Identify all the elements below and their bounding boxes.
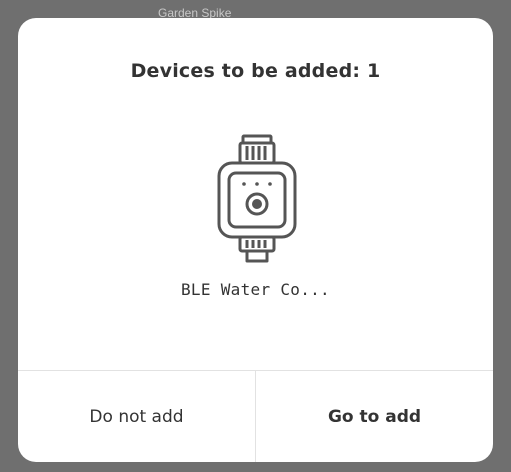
go-to-add-button[interactable]: Go to add — [256, 371, 493, 462]
do-not-add-button[interactable]: Do not add — [18, 371, 255, 462]
dialog-title: Devices to be added: 1 — [130, 60, 381, 82]
water-controller-icon — [217, 134, 297, 263]
device-name: BLE Water Co... — [181, 280, 330, 299]
add-devices-dialog: Devices to be added: 1 BLE Water Co... D… — [18, 18, 493, 462]
